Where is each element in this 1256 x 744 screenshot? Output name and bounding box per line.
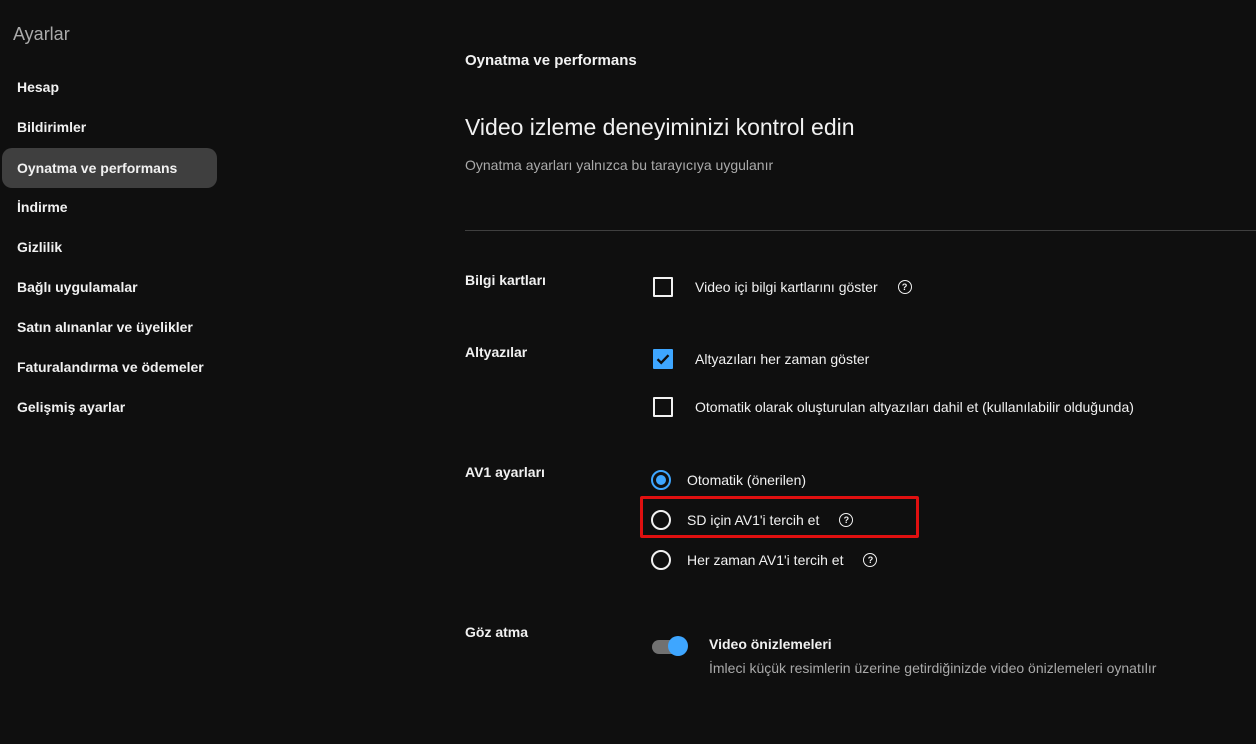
sidebar-item-label: Gizlilik [17, 239, 63, 255]
captions-always-option[interactable]: Altyazıları her zaman göster [651, 347, 869, 371]
sidebar-item-hesap[interactable]: Hesap [2, 67, 217, 107]
sidebar-title: Ayarlar [13, 24, 70, 44]
av1-auto-radio[interactable] [651, 470, 671, 490]
av1-always-radio[interactable] [651, 550, 671, 570]
captions-auto-option[interactable]: Otomatik olarak oluşturulan altyazıları … [651, 395, 1134, 419]
help-icon[interactable]: ? [897, 280, 912, 294]
sidebar-item-label: Bildirimler [17, 119, 87, 135]
sidebar-item-gelismis-ayarlar[interactable]: Gelişmiş ayarlar [2, 387, 217, 427]
captions-auto-checkbox[interactable] [653, 397, 673, 417]
sidebar-item-label: Satın alınanlar ve üyelikler [17, 319, 193, 335]
sidebar-item-label: Hesap [17, 79, 60, 95]
sidebar-item-oynatma-ve-performans[interactable]: Oynatma ve performans [2, 148, 217, 188]
sidebar-item-label: Gelişmiş ayarlar [17, 399, 126, 415]
sidebar-item-label: Oynatma ve performans [17, 160, 178, 176]
info-cards-option[interactable]: Video içi bilgi kartlarını göster ? [651, 275, 912, 299]
sidebar-item-bildirimler[interactable]: Bildirimler [2, 107, 217, 147]
av1-always-option[interactable]: Her zaman AV1'i tercih et ? [651, 548, 878, 572]
av1-auto-label: Otomatik (önerilen) [687, 472, 807, 488]
info-cards-label: Bilgi kartları [465, 272, 546, 288]
sidebar-item-label: Bağlı uygulamalar [17, 279, 138, 295]
section-heading: Oynatma ve performans [465, 52, 637, 69]
toggle-knob [668, 636, 688, 656]
info-cards-option-label: Video içi bilgi kartlarını göster [695, 279, 878, 295]
av1-label: AV1 ayarları [465, 464, 545, 480]
page-title: Video izleme deneyiminizi kontrol edin [465, 114, 855, 140]
captions-always-label: Altyazıları her zaman göster [695, 351, 870, 367]
sidebar-item-satin-alinanlar[interactable]: Satın alınanlar ve üyelikler [2, 307, 217, 347]
checkmark-icon [656, 354, 670, 365]
sidebar-item-bagli-uygulamalar[interactable]: Bağlı uygulamalar [2, 267, 217, 307]
video-previews-toggle[interactable] [652, 636, 688, 656]
sidebar-item-indirme[interactable]: İndirme [2, 187, 217, 227]
video-previews-description: İmleci küçük resimlerin üzerine getirdiğ… [709, 660, 1157, 676]
sidebar-item-faturalandirma[interactable]: Faturalandırma ve ödemeler [2, 347, 217, 387]
page-subtitle: Oynatma ayarları yalnızca bu tarayıcıya … [465, 157, 774, 173]
divider [465, 230, 1256, 231]
captions-label: Altyazılar [465, 344, 528, 360]
sidebar-item-label: Faturalandırma ve ödemeler [17, 359, 204, 375]
sidebar-item-gizlilik[interactable]: Gizlilik [2, 227, 217, 267]
av1-always-label: Her zaman AV1'i tercih et [687, 552, 844, 568]
peek-label: Göz atma [465, 624, 529, 640]
sidebar: Ayarlar Hesap Bildirimler Oynatma ve per… [0, 0, 230, 744]
video-previews-title: Video önizlemeleri [709, 636, 832, 652]
highlight-box [640, 496, 919, 538]
captions-auto-label: Otomatik olarak oluşturulan altyazıları … [695, 399, 1134, 415]
settings-page: Ayarlar Hesap Bildirimler Oynatma ve per… [0, 0, 1256, 744]
av1-auto-option[interactable]: Otomatik (önerilen) [651, 468, 806, 492]
captions-always-checkbox[interactable] [653, 349, 673, 369]
sidebar-item-label: İndirme [17, 199, 68, 215]
info-cards-checkbox[interactable] [653, 277, 673, 297]
help-icon[interactable]: ? [863, 553, 878, 567]
radio-dot [656, 475, 666, 485]
